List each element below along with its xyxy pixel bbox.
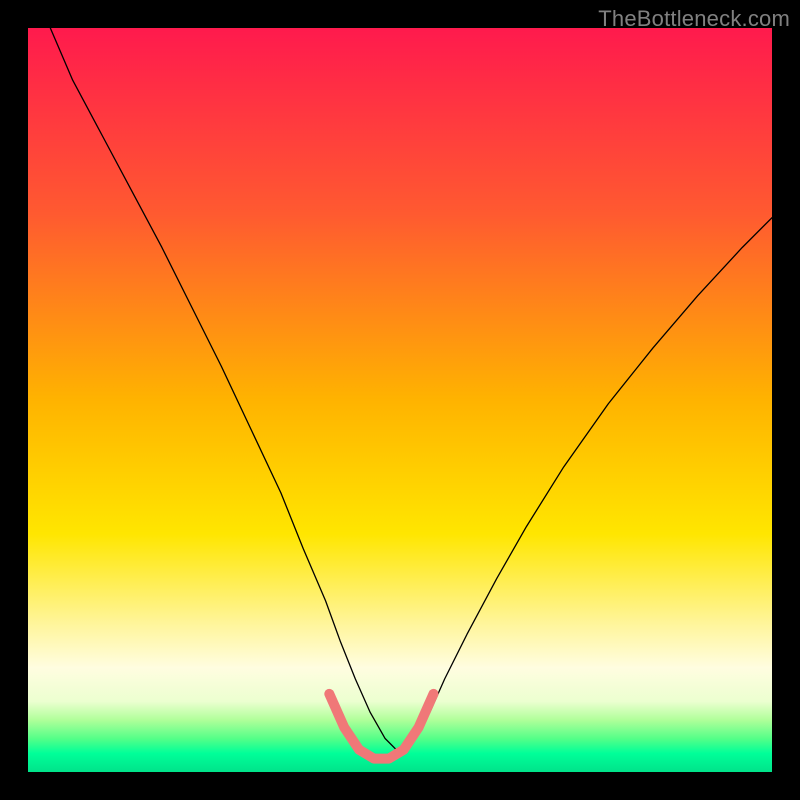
chart-svg — [28, 28, 772, 772]
gradient-background — [28, 28, 772, 772]
chart-frame: TheBottleneck.com — [0, 0, 800, 800]
chart-plot — [28, 28, 772, 772]
